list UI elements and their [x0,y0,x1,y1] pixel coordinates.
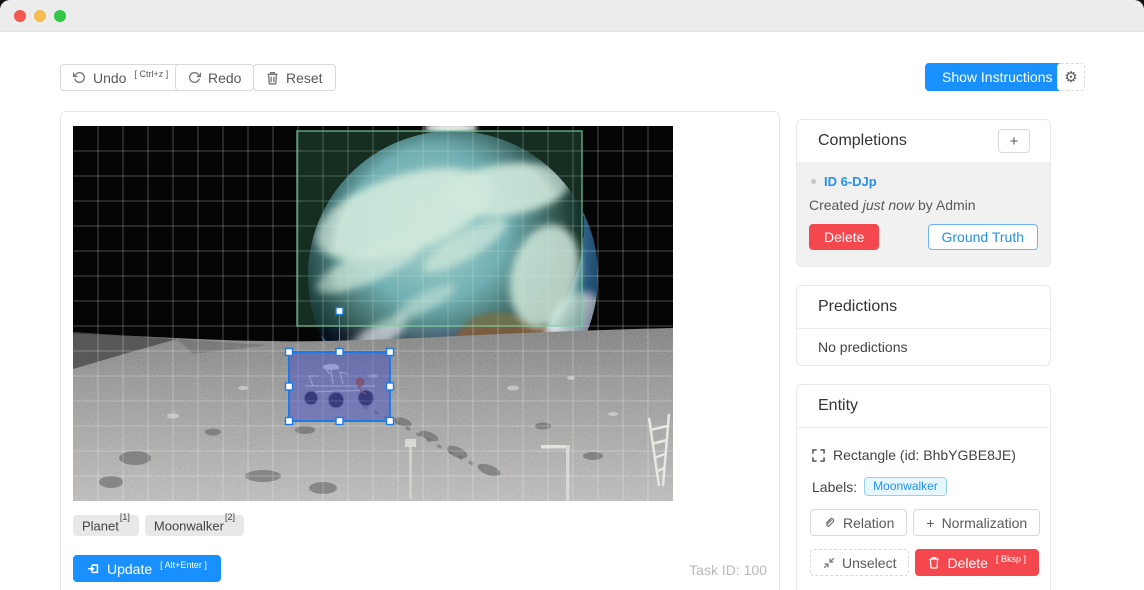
update-button[interactable]: Update [ Alt+Enter ] [73,555,221,582]
plus-icon: + [926,515,934,531]
resize-handle[interactable] [387,418,394,425]
undo-label: Undo [93,70,126,86]
completion-id-link[interactable]: ID 6-DJp [824,174,877,189]
trash-icon [266,71,279,85]
entity-title: Entity [797,385,1050,427]
predictions-title: Predictions [797,286,1050,328]
task-id-label: Task ID: 100 [689,562,767,578]
completions-body: ID 6-DJp Created just now by Admin Delet… [797,162,1050,267]
redo-label: Redo [208,70,241,86]
reset-button[interactable]: Reset [253,64,336,91]
resize-handle[interactable] [286,383,293,390]
window-maximize-button[interactable] [54,10,66,22]
resize-handle[interactable] [286,418,293,425]
completions-panel: Completions + ID 6-DJp Created just now … [796,119,1051,267]
annotation-card: Planet[1] Moonwalker[2] Update [ Alt+Ente… [60,111,780,590]
entity-label-badge[interactable]: Moonwalker [864,477,947,496]
show-instructions-label: Show Instructions [942,69,1053,85]
relation-button[interactable]: Relation [810,509,907,536]
resize-handle[interactable] [387,383,394,390]
task-image[interactable] [73,126,673,501]
region-planet[interactable] [297,131,582,326]
app-window: Undo [ Ctrl+z ] Redo Reset Show Instructi… [0,0,1144,590]
normalization-button[interactable]: + Normalization [913,509,1040,536]
entity-selection-text: Rectangle (id: BhbYGBE8JE) [833,447,1016,463]
resize-handle[interactable] [387,349,394,356]
update-shortcut: [ Alt+Enter ] [160,560,207,570]
predictions-body: No predictions [797,328,1050,366]
link-icon [823,516,836,529]
label-chip-row: Planet[1] Moonwalker[2] [73,515,244,536]
delete-completion-button[interactable]: Delete [809,224,879,250]
delete-shortcut: [ Bksp ] [996,554,1026,564]
predictions-panel: Predictions No predictions [796,285,1051,366]
window-titlebar [0,0,1144,32]
submit-icon [87,562,100,575]
label-chip-moonwalker[interactable]: Moonwalker[2] [145,515,244,536]
resize-handle[interactable] [336,349,343,356]
expand-icon [812,449,825,462]
update-label: Update [107,561,152,577]
resize-handle[interactable] [336,418,343,425]
add-completion-button[interactable]: + [998,129,1030,153]
window-minimize-button[interactable] [34,10,46,22]
trash-icon [928,556,940,569]
undo-icon [73,71,86,84]
collapse-icon [823,557,835,569]
window-close-button[interactable] [14,10,26,22]
completion-dot-icon [811,179,816,184]
settings-button[interactable]: ⚙ [1057,63,1085,91]
label-chip-planet[interactable]: Planet[1] [73,515,139,536]
redo-button[interactable]: Redo [175,64,254,91]
reset-label: Reset [286,70,323,86]
undo-button[interactable]: Undo [ Ctrl+z ] [60,64,181,91]
entity-panel: Entity Rectangle (id: BhbYGBE8JE) Labels… [796,384,1051,590]
show-instructions-button[interactable]: Show Instructions [925,63,1070,91]
annotation-canvas[interactable] [73,126,673,501]
undo-shortcut: [ Ctrl+z ] [134,69,168,79]
unselect-button[interactable]: Unselect [810,549,909,576]
entity-body: Rectangle (id: BhbYGBE8JE) Labels: Moonw… [797,427,1050,590]
entity-labels-label: Labels: [812,479,857,495]
ground-truth-button[interactable]: Ground Truth [928,224,1039,250]
rotate-handle[interactable] [336,308,343,315]
delete-entity-button[interactable]: Delete[ Bksp ] [915,549,1038,576]
resize-handle[interactable] [286,349,293,356]
plus-icon: + [1010,133,1019,150]
gear-icon: ⚙ [1064,68,1077,86]
predictions-empty-text: No predictions [797,329,1050,355]
completion-created-text: Created just now by Admin [809,197,1038,213]
redo-icon [188,71,201,84]
